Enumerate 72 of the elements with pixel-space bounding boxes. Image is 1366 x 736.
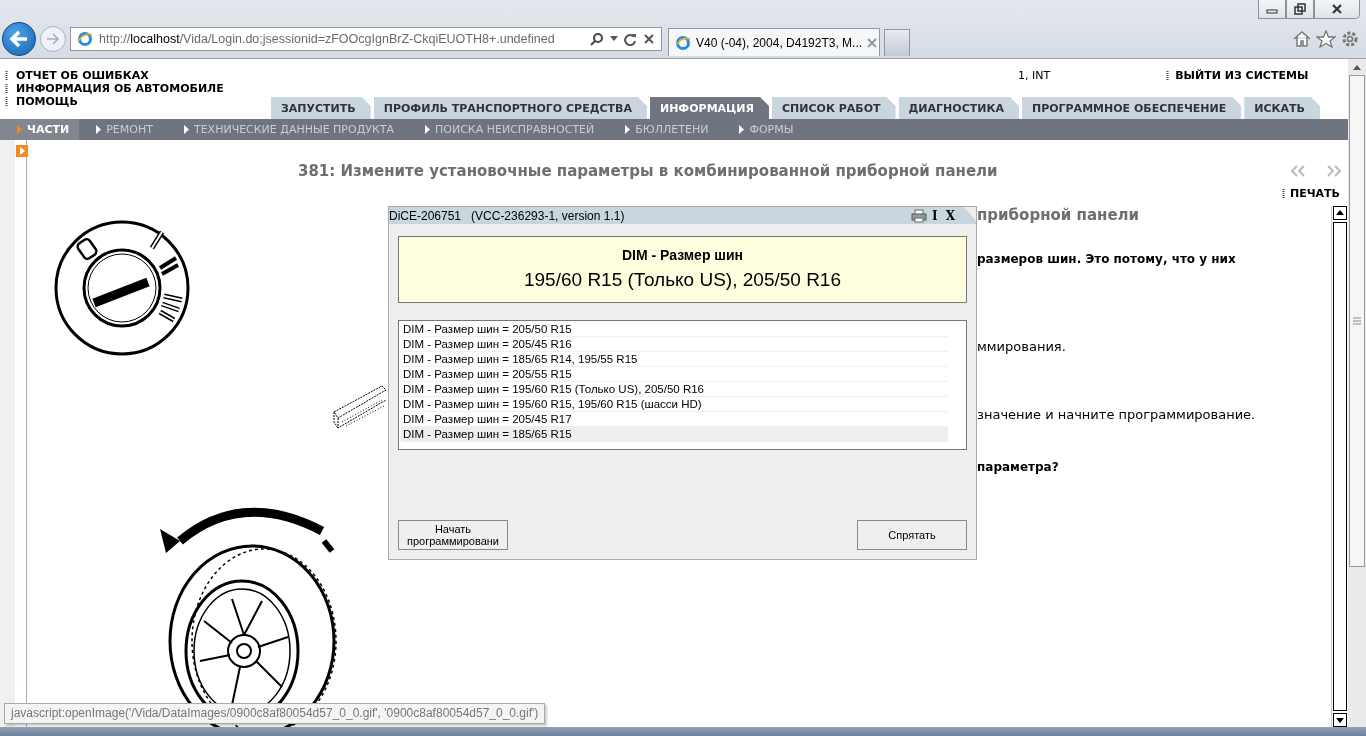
scroll-thumb[interactable] — [1349, 75, 1365, 567]
nav-tab[interactable]: ПРОГРАММНОЕ ОБЕСПЕЧЕНИЕ — [1021, 97, 1242, 119]
nav-tab[interactable]: ДИАГНОСТИКА — [898, 97, 1019, 119]
hide-button[interactable]: Спрятать — [857, 520, 967, 550]
list-item[interactable]: DIM - Размер шин = 195/60 R15 (Только US), 205/50 R16 — [401, 382, 948, 397]
scroll-up-icon[interactable] — [1333, 206, 1347, 220]
settings-icon[interactable] — [1340, 29, 1360, 49]
home-icon[interactable] — [1292, 30, 1312, 48]
list-item[interactable]: DIM - Размер шин = 205/55 R15 — [401, 367, 948, 382]
status-tooltip: javascript:openImage('/Vida/DataImages/0900c8af80054d57_0_0.gif', '0900c8af80054d57_0_0.gif') — [4, 703, 546, 724]
caret-icon[interactable] — [610, 36, 618, 42]
paragraph: значение и начните программирование. — [977, 407, 1257, 422]
grip-icon — [1282, 188, 1285, 198]
arrow-icon — [17, 125, 22, 134]
close-button[interactable] — [1314, 0, 1360, 19]
start-programming-button[interactable]: Начать программировани — [398, 520, 508, 550]
logout-link[interactable]: ВЫЙТИ ИЗ СИСТЕМЫ — [1175, 69, 1309, 82]
tab-title: V40 (-04), 2004, D4192T3, M... — [696, 35, 863, 50]
restore-button[interactable] — [1286, 0, 1314, 19]
arrow-icon — [739, 125, 745, 134]
grip-icon — [1166, 71, 1170, 80]
sub-tab[interactable]: ЧАСТИ — [0, 119, 80, 140]
paragraph: ммирования. — [977, 339, 1067, 354]
close-icon[interactable] — [867, 37, 878, 48]
parameter-value: 195/60 R15 (Только US), 205/50 R16 — [524, 269, 841, 291]
browser-tab[interactable]: V40 (-04), 2004, D4192T3, M... — [668, 28, 880, 56]
nav-tab[interactable]: ПРОФИЛЬ ТРАНСПОРТНОГО СРЕДСТВА — [373, 97, 647, 119]
section-heading: приборной панели — [977, 206, 1141, 226]
list-item[interactable]: DIM - Размер шин = 205/45 R16 — [401, 337, 948, 352]
print-link[interactable]: ПЕЧАТЬ — [1290, 186, 1340, 200]
grip-icon — [1353, 317, 1361, 325]
stop-icon[interactable] — [643, 33, 655, 45]
document-title: 381: Измените установочные параметры в комбинированной приборной панели — [298, 162, 999, 180]
scroll-up-icon[interactable] — [1352, 63, 1362, 71]
list-item[interactable]: DIM - Размер шин = 185/65 R14, 195/55 R15 — [401, 352, 948, 367]
header-link[interactable]: ПОМОЩЬ — [16, 95, 78, 108]
forward-arrow-icon — [46, 33, 60, 45]
header-link[interactable]: ИНФОРМАЦИЯ ОБ АВТОМОБИЛЕ — [16, 82, 224, 95]
paragraph: параметра? — [977, 460, 1060, 474]
url-text: http://localhost/Vida/Login.do;jsessionid=zFOOcgIgnBrZ-CkqiEUOTH8+.undefined — [99, 32, 556, 46]
dialog-title: DiCE-206751 (VCC-236293-1, version 1.1) — [389, 208, 625, 223]
arrow-icon — [425, 125, 430, 134]
browser-logo-icon — [77, 31, 93, 47]
search-icon[interactable] — [590, 32, 604, 46]
refresh-icon[interactable] — [624, 32, 637, 46]
nav-tab[interactable]: СПИСОК РАБОТ — [772, 97, 896, 119]
nav-tab[interactable]: ИНФОРМАЦИЯ — [649, 97, 769, 119]
restore-icon — [1294, 3, 1306, 15]
address-field[interactable]: http://localhost/Vida/Login.do;jsessionid=zFOOcgIgnBrZ-CkqiEUOTH8+.undefined — [70, 27, 662, 51]
header-link[interactable]: ОТЧЕТ ОБ ОШИБКАХ — [16, 69, 149, 82]
parameter-name: DIM - Размер шин — [621, 247, 744, 263]
list-item[interactable]: DIM - Размер шин = 195/60 R15, 195/60 R15 (шасси HD) — [401, 397, 948, 412]
close-icon — [1331, 3, 1343, 15]
printer-icon[interactable] — [911, 208, 928, 223]
scroll-thumb[interactable] — [1333, 222, 1347, 711]
nav-tab[interactable]: ЗАПУСТИТЬ — [271, 97, 371, 119]
scroll-down-icon[interactable] — [1333, 713, 1347, 727]
close-button[interactable]: X — [942, 208, 958, 223]
back-arrow-icon — [9, 30, 29, 48]
info-button[interactable]: I — [929, 208, 941, 223]
back-button[interactable] — [2, 22, 36, 56]
user-name: 1, INT — [1018, 69, 1051, 82]
arrow-icon — [183, 125, 189, 134]
list-item[interactable]: DIM - Размер шин = 205/50 R15 — [401, 322, 948, 337]
list-item[interactable]: DIM - Размер шин = 185/65 R15 — [401, 427, 948, 442]
page-scrollbar[interactable] — [1348, 59, 1366, 727]
arrow-icon — [96, 125, 102, 134]
nav-tab[interactable]: ИСКАТЬ — [1244, 97, 1320, 119]
star-icon[interactable] — [1316, 30, 1336, 48]
browser-logo-icon — [675, 34, 691, 51]
paragraph: размеров шин. Это потому, что у них — [977, 252, 1237, 266]
arrow-icon — [625, 125, 631, 134]
